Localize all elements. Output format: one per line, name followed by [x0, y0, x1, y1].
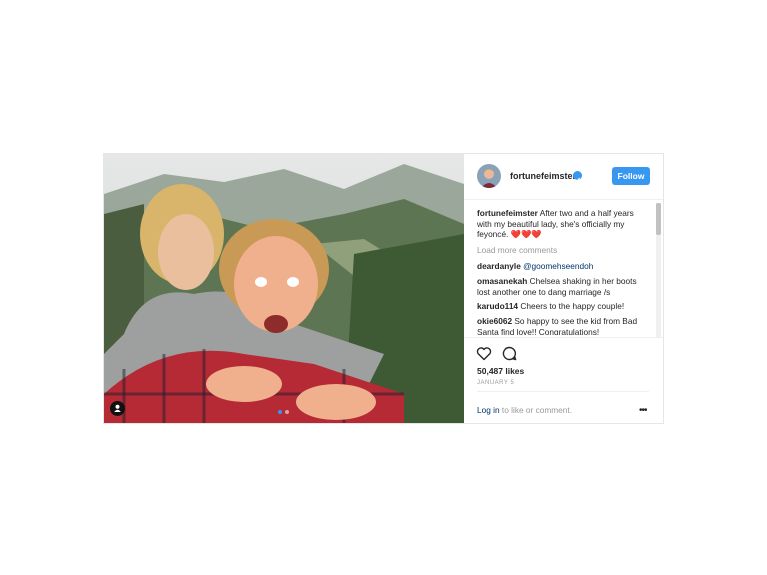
comment-username[interactable]: okie6062 [477, 316, 512, 326]
avatar[interactable] [477, 164, 501, 188]
comment-username[interactable]: deardanyle [477, 261, 521, 271]
verified-icon [573, 171, 582, 182]
comment-item: omasanekah Chelsea shaking in her boots … [477, 276, 647, 297]
post-header: fortunefeimster Follow [464, 154, 663, 200]
likes-count[interactable]: 50,487 likes [477, 366, 524, 376]
load-more-comments-link[interactable]: Load more comments [477, 245, 557, 255]
user-tag-icon[interactable] [110, 401, 125, 416]
scrollbar-thumb[interactable] [656, 203, 661, 235]
comment-item: deardanyle @goomehseendoh [477, 261, 647, 272]
comments-scrollbar[interactable] [656, 203, 661, 338]
post-photo[interactable] [104, 154, 464, 423]
username-link[interactable]: fortunefeimster [510, 171, 576, 181]
login-prompt-text: to like or comment. [499, 405, 573, 415]
instagram-post: fortunefeimster Follow fortunefeimster A… [103, 153, 664, 424]
post-sidebar: fortunefeimster Follow fortunefeimster A… [464, 154, 663, 423]
carousel-dot [285, 410, 289, 414]
carousel-dot-active [278, 410, 282, 414]
comment-text: Cheers to the happy couple! [520, 301, 625, 311]
caption: fortunefeimster After two and a half yea… [477, 208, 647, 240]
post-actions: 50,487 likes JANUARY 5 Log in to like or… [464, 337, 663, 424]
heart-icon[interactable] [476, 346, 492, 366]
login-row: Log in to like or comment. ••• [477, 391, 649, 424]
follow-button[interactable]: Follow [612, 167, 650, 185]
comment-mention[interactable]: @goomehseendoh [523, 261, 593, 271]
login-link[interactable]: Log in [477, 405, 500, 415]
comment-username[interactable]: karudo114 [477, 301, 518, 311]
post-date[interactable]: JANUARY 5 [477, 380, 514, 386]
comment-item: karudo114 Cheers to the happy couple! [477, 301, 647, 312]
comment-item: okie6062 So happy to see the kid from Ba… [477, 316, 647, 335]
comment-username[interactable]: omasanekah [477, 276, 527, 286]
carousel-dots [278, 410, 289, 414]
more-options-icon[interactable]: ••• [639, 405, 647, 416]
comments-list[interactable]: fortunefeimster After two and a half yea… [464, 200, 663, 335]
login-prompt: Log in to like or comment. [477, 405, 572, 415]
comment-icon[interactable] [502, 346, 517, 366]
caption-username[interactable]: fortunefeimster [477, 208, 538, 218]
